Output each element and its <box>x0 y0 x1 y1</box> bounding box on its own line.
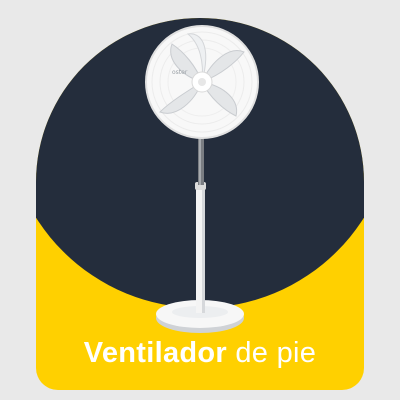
brand-logo: oster <box>172 69 188 76</box>
category-title-light: de pie <box>235 337 317 369</box>
category-title-bold: Ventilador <box>83 337 227 369</box>
category-tile[interactable]: oster Ventilador de pie <box>0 0 400 400</box>
category-title: Ventilador de pie <box>0 337 400 370</box>
